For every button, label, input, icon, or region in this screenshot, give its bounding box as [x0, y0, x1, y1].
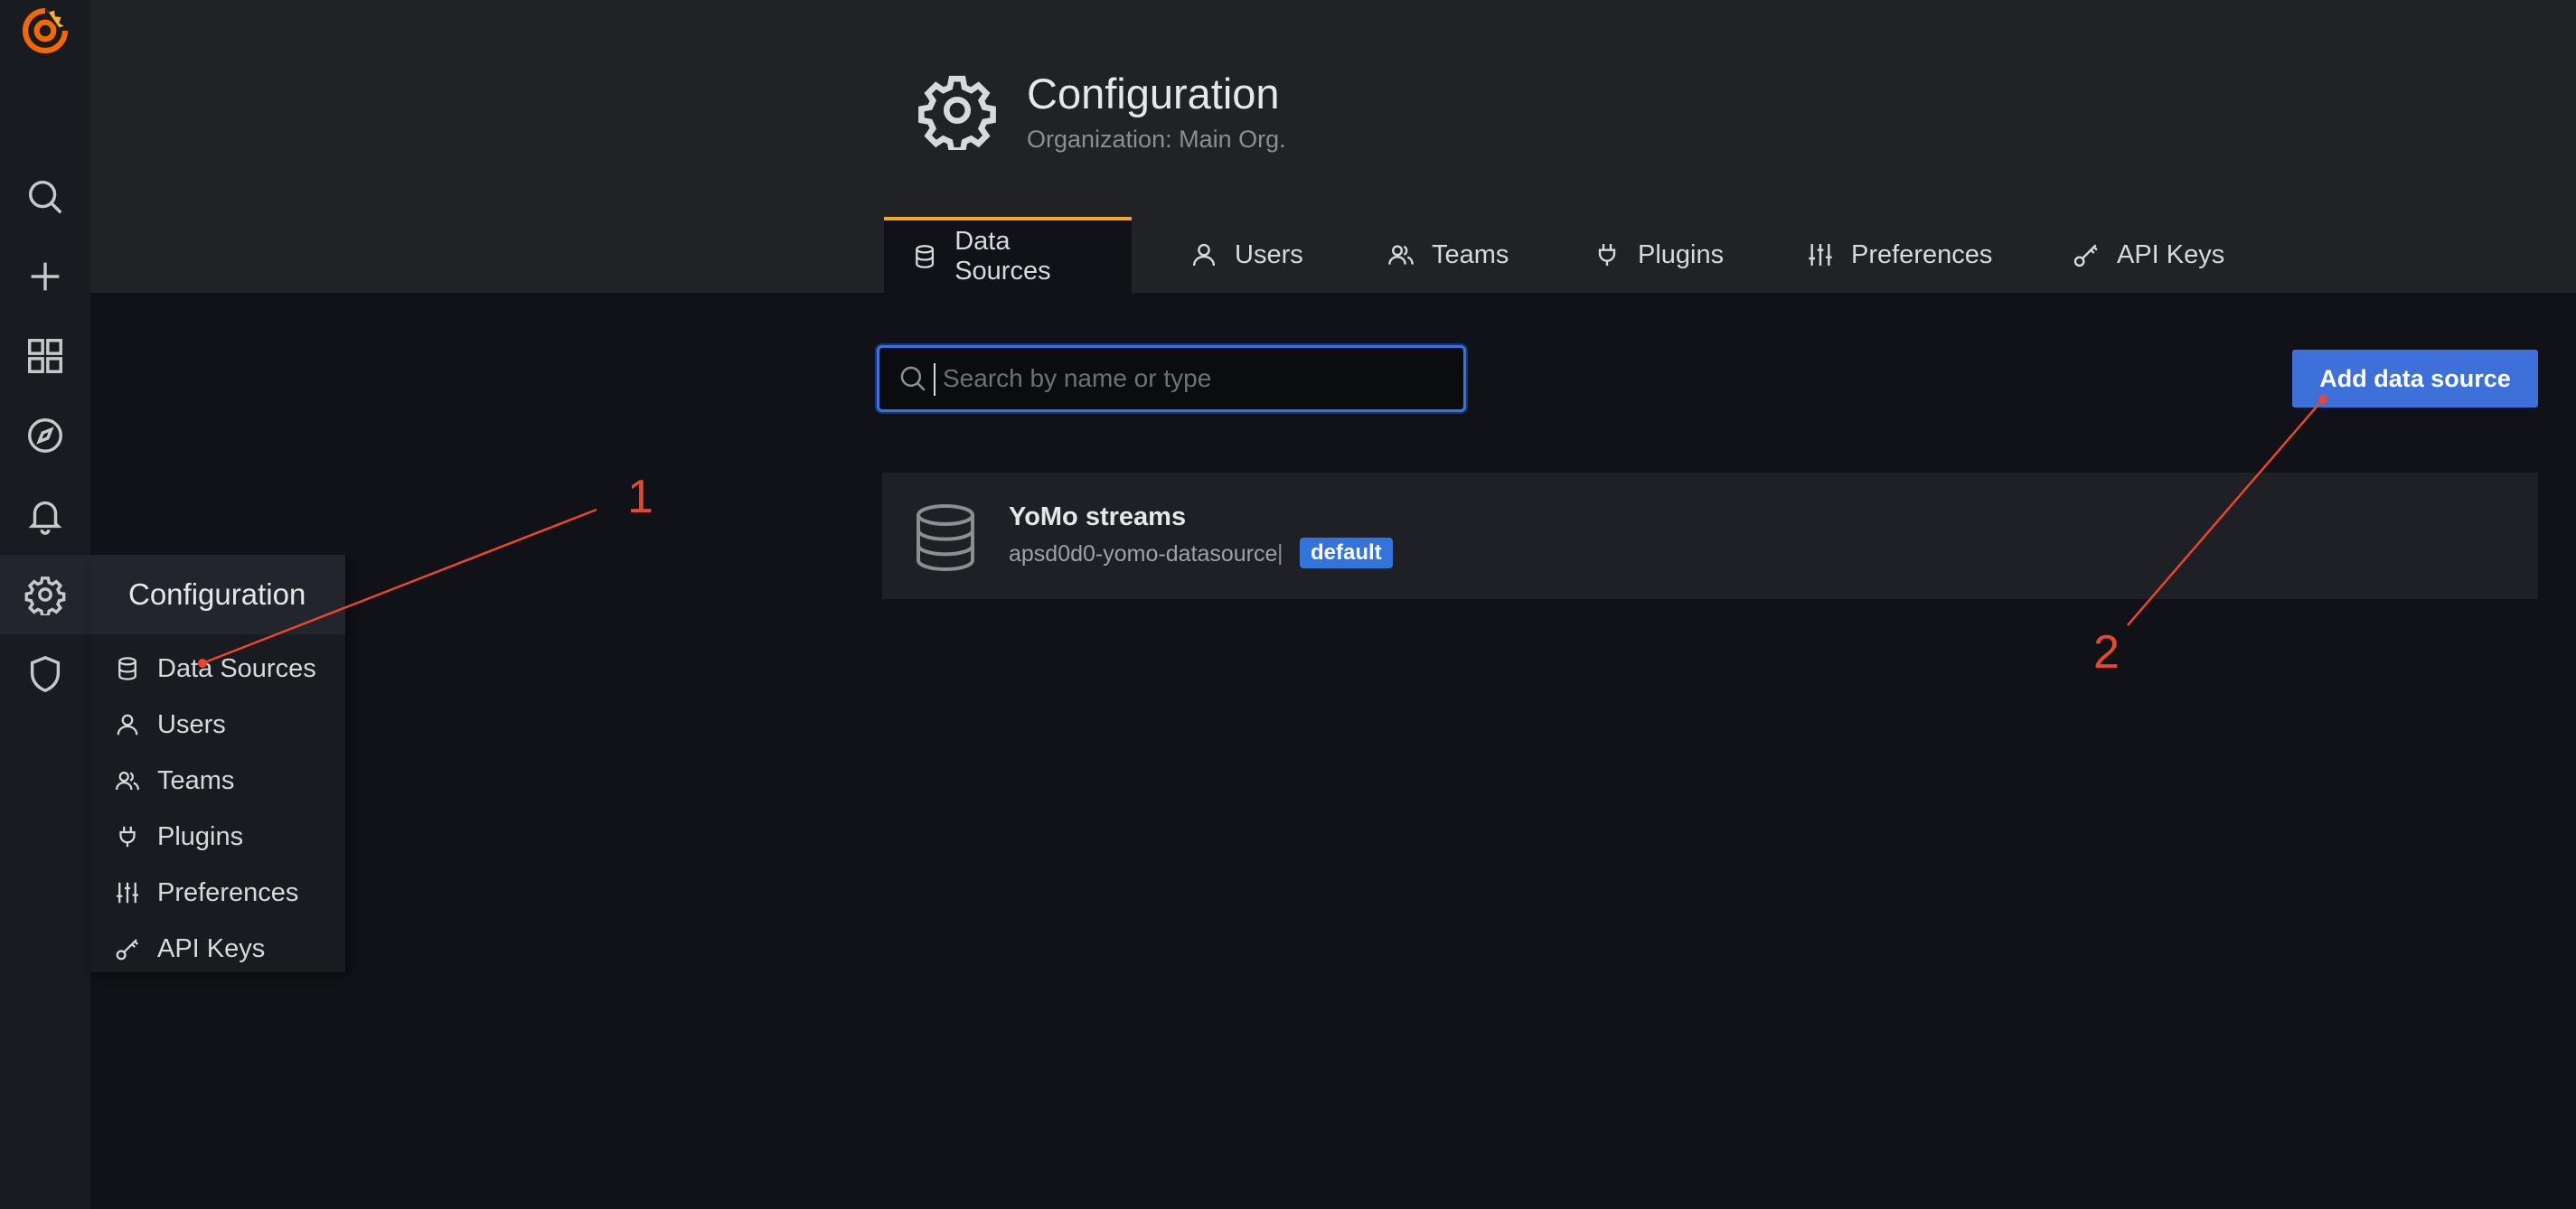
explore-icon[interactable]	[0, 396, 90, 475]
bell-icon[interactable]	[0, 475, 90, 555]
configuration-flyout-menu: Configuration Data Sources Users Teams P…	[90, 555, 345, 972]
flyout-item-teams[interactable]: Teams	[90, 753, 345, 809]
search-icon	[898, 363, 928, 394]
plug-icon	[114, 823, 141, 850]
flyout-header[interactable]: Configuration	[90, 555, 345, 634]
data-source-type: apsd0d0-yomo-datasource	[1009, 541, 1278, 567]
database-icon	[911, 242, 938, 271]
plus-icon[interactable]	[0, 237, 90, 316]
tab-label: Preferences	[1851, 239, 1993, 269]
tab-label: Data Sources	[954, 227, 1051, 286]
tab-teams[interactable]: Teams	[1387, 217, 1509, 293]
tab-plugins[interactable]: Plugins	[1593, 217, 1724, 293]
tab-api-keys[interactable]: API Keys	[2072, 217, 2224, 293]
tab-users[interactable]: Users	[1189, 217, 1303, 293]
user-icon	[114, 711, 141, 738]
search-box	[877, 345, 1466, 412]
tab-label: Teams	[1432, 239, 1509, 269]
page-header: Configuration Organization: Main Org. Da…	[90, 0, 2576, 293]
tab-label: Users	[1235, 239, 1303, 269]
gear-icon	[917, 70, 997, 150]
sliders-icon	[1806, 240, 1835, 269]
flyout-item-label: Plugins	[157, 821, 244, 851]
flyout-item-preferences[interactable]: Preferences	[90, 865, 345, 921]
user-icon	[1189, 240, 1218, 269]
flyout-item-api-keys[interactable]: API Keys	[90, 921, 345, 977]
tab-label: Plugins	[1638, 239, 1725, 269]
data-source-name: YoMo streams	[1009, 502, 1187, 531]
search-input[interactable]	[941, 351, 1463, 407]
annotation-label-2: 2	[2093, 626, 2120, 679]
users-icon	[114, 767, 141, 794]
flyout-item-plugins[interactable]: Plugins	[90, 809, 345, 865]
key-icon	[114, 935, 141, 962]
annotation-label-1: 1	[627, 471, 653, 523]
data-source-card[interactable]: YoMo streams apsd0d0-yomo-datasource | d…	[882, 473, 2538, 599]
search-icon[interactable]	[0, 157, 90, 237]
dashboards-icon[interactable]	[0, 316, 90, 396]
key-icon	[2072, 240, 2101, 269]
database-icon	[917, 504, 974, 572]
plug-icon	[1593, 240, 1622, 269]
flyout-item-label: API Keys	[157, 933, 266, 963]
separator: |	[1277, 540, 1283, 566]
flyout-item-label: Data Sources	[157, 653, 316, 683]
default-badge: default	[1300, 538, 1393, 568]
tab-preferences[interactable]: Preferences	[1806, 217, 1992, 293]
page-subtitle: Organization: Main Org.	[1027, 126, 1286, 153]
add-data-source-button[interactable]: Add data source	[2292, 350, 2538, 408]
page-title: Configuration	[1027, 70, 1280, 117]
tab-label: API Keys	[2117, 239, 2225, 269]
grafana-logo-icon[interactable]	[0, 0, 90, 61]
text-cursor	[934, 363, 935, 396]
flyout-item-label: Teams	[157, 765, 235, 795]
side-menu	[0, 0, 90, 1209]
tab-data-sources[interactable]: Data Sources	[884, 217, 1132, 293]
sliders-icon	[114, 879, 141, 906]
database-icon	[114, 655, 141, 682]
flyout-item-label: Preferences	[157, 877, 299, 907]
gear-icon[interactable]	[0, 555, 90, 634]
users-icon	[1387, 240, 1415, 269]
shield-icon[interactable]	[0, 634, 90, 714]
flyout-item-users[interactable]: Users	[90, 697, 345, 753]
flyout-item-data-sources[interactable]: Data Sources	[90, 641, 345, 697]
flyout-item-label: Users	[157, 709, 226, 739]
flyout-title: Configuration	[128, 577, 306, 611]
